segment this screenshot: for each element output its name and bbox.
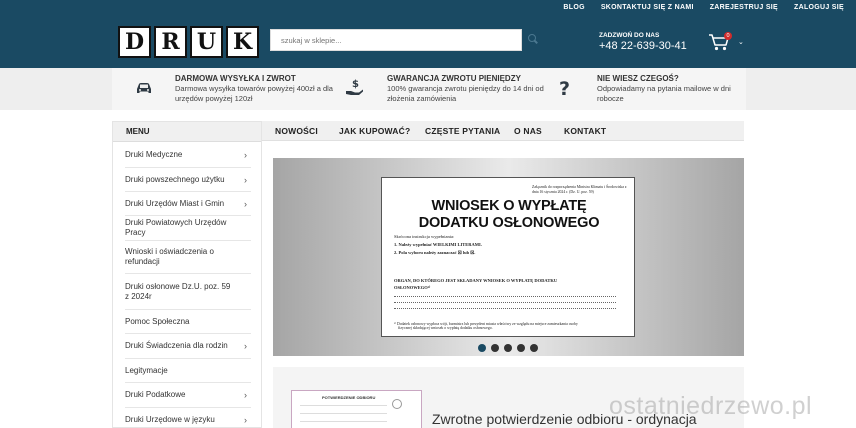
- nav-czeste-pytania[interactable]: CZĘSTE PYTANIA: [425, 126, 500, 136]
- slider-pagination: [478, 344, 538, 352]
- contact-link[interactable]: SKONTAKTUJ SIĘ Z NAMI: [601, 4, 694, 11]
- chevron-right-icon: ›: [244, 415, 247, 425]
- thumb-line: [300, 421, 387, 422]
- chevron-right-icon: ›: [244, 150, 247, 160]
- thumb-line: [300, 413, 387, 414]
- doc-footnote: fizycznej składającej wniosek o wypłatę …: [398, 326, 493, 330]
- sidebar-item-label: Druki Urzędów Miast i Gmin: [125, 198, 225, 208]
- sidebar-item-powszechnego-uzytku[interactable]: Druki powszechnego użytku ›: [125, 168, 251, 192]
- hero-slider[interactable]: Załącznik do rozporządzenia Ministra Kli…: [273, 158, 744, 356]
- feature-title: NIE WIESZ CZEGOŚ?: [597, 74, 679, 83]
- sidebar-item-label: Druki Medyczne: [125, 150, 183, 159]
- phone-label: ZADZWOŃ DO NAS: [599, 32, 660, 39]
- sidebar-menu: MENU Druki Medyczne › Druki powszechnego…: [112, 121, 262, 428]
- sidebar-item-druki-oslonowe[interactable]: Druki osłonowe Dz.U. poz. 59 z 2024r: [125, 274, 251, 310]
- doc-section-title: OSŁONOWEGO¹⁾: [394, 285, 431, 290]
- sidebar-item-label: Druki Urzędowe w języku: [125, 415, 215, 424]
- nav-o-nas[interactable]: O NAS: [514, 126, 542, 136]
- chevron-right-icon: ›: [244, 390, 247, 400]
- sidebar-item-urzedow-pracy[interactable]: Druki Powiatowych Urzędów Pracy: [125, 216, 251, 241]
- sidebar-item-legitymacje[interactable]: Legitymacje: [125, 359, 251, 383]
- druk-logo[interactable]: D R U K: [118, 26, 259, 58]
- register-link[interactable]: ZAREJESTRUJ SIĘ: [710, 4, 778, 11]
- sidebar-item-pomoc-spoleczna[interactable]: Pomoc Społeczna: [125, 310, 251, 334]
- doc-section-title: ORGAN, DO KTÓREGO JEST SKŁADANY WNIOSEK …: [394, 278, 558, 283]
- logo-letter: U: [190, 26, 223, 58]
- sidebar-item-label: Druki Świadczenia dla rodzin: [125, 341, 228, 350]
- sidebar-item-label: Druki powszechnego użytku: [125, 174, 225, 184]
- chevron-right-icon: ›: [244, 174, 247, 185]
- sidebar-item-druki-medyczne[interactable]: Druki Medyczne ›: [125, 143, 251, 168]
- sidebar-item-urzedow-miast[interactable]: Druki Urzędów Miast i Gmin ›: [125, 192, 251, 216]
- sidebar-item-podatkowe[interactable]: Druki Podatkowe ›: [125, 383, 251, 408]
- main-nav: NOWOŚCI JAK KUPOWAĆ? CZĘSTE PYTANIA O NA…: [262, 121, 744, 141]
- top-links: BLOG SKONTAKTUJ SIĘ Z NAMI ZAREJESTRUJ S…: [563, 4, 844, 11]
- doc-title-line: DODATKU OSŁONOWEGO: [418, 215, 600, 231]
- doc-dotted-line: [394, 296, 616, 297]
- blog-link[interactable]: BLOG: [563, 4, 584, 11]
- sidebar-item-label: Wnioski i oświadczenia o refundacji: [125, 247, 214, 266]
- feature-title: GWARANCJA ZWROTU PIENIĘDZY: [387, 74, 521, 83]
- product-thumbnail[interactable]: POTWIERDZENIE ODBIORU: [291, 390, 422, 428]
- sidebar-item-label: Druki Podatkowe: [125, 390, 186, 399]
- doc-instruction: 1. Należy wypełniać WIELKIMI LITERAMI.: [394, 242, 482, 247]
- phone-number[interactable]: +48 22-639-30-41: [599, 40, 687, 52]
- search-input[interactable]: [271, 30, 521, 51]
- slider-dot[interactable]: [491, 344, 499, 352]
- product-thumb-title: POTWIERDZENIE ODBIORU: [322, 395, 376, 400]
- doc-header-note: Załącznik do rozporządzenia Ministra Kli…: [532, 185, 627, 194]
- feature-desc: 100% gwarancja zwrotu pieniędzy do 14 dn…: [387, 84, 544, 103]
- doc-instruction-head: Skrócona instrukcja wypełniania:: [394, 234, 455, 239]
- doc-title-line: WNIOSEK O WYPŁATĘ: [431, 198, 587, 214]
- sidebar-item-refundacja[interactable]: Wnioski i oświadczenia o refundacji: [125, 241, 251, 274]
- logo-letter: D: [118, 26, 151, 58]
- slider-dot[interactable]: [530, 344, 538, 352]
- question-icon: ?: [559, 78, 570, 98]
- doc-instruction: 2. Pola wyboru należy zaznaczać ☒ lub ☒.: [394, 250, 476, 255]
- watermark-text: ostatniedrzewo.pl: [609, 392, 813, 420]
- feature-desc: Odpowiadamy na pytania mailowe w dni rob…: [597, 84, 731, 103]
- logo-letter: K: [226, 26, 259, 58]
- chevron-down-icon[interactable]: ⌄: [738, 38, 744, 46]
- sidebar-item-label: Druki osłonowe Dz.U. poz. 59 z 2024r: [125, 281, 231, 301]
- nav-jak-kupowac[interactable]: JAK KUPOWAĆ?: [339, 126, 410, 136]
- nav-kontakt[interactable]: KONTAKT: [564, 126, 606, 136]
- site-header: BLOG SKONTAKTUJ SIĘ Z NAMI ZAREJESTRUJ S…: [0, 0, 856, 68]
- search-icon[interactable]: [528, 34, 538, 44]
- thumb-stamp: [392, 399, 402, 409]
- features-strip: DARMOWA WYSYŁKA I ZWROT Darmowa wysyłka …: [0, 68, 856, 110]
- sidebar-item-urzedowe-w-jezyku[interactable]: Druki Urzędowe w języku ›: [125, 408, 251, 428]
- chevron-right-icon: ›: [244, 198, 247, 209]
- chevron-right-icon: ›: [244, 341, 247, 351]
- login-link[interactable]: ZALOGUJ SIĘ: [794, 4, 844, 11]
- sidebar-item-label: Druki Powiatowych Urzędów Pracy: [125, 218, 227, 237]
- doc-dotted-line: [394, 308, 616, 309]
- slider-dot[interactable]: [478, 344, 486, 352]
- svg-text:$: $: [352, 79, 359, 90]
- thumb-line: [300, 405, 387, 406]
- menu-list: Druki Medyczne › Druki powszechnego użyt…: [125, 143, 251, 428]
- feature-desc: Darmowa wysyłka towarów powyżej 400zł a …: [175, 84, 333, 103]
- cart-count-badge: 0: [724, 32, 732, 40]
- feature-title: DARMOWA WYSYŁKA I ZWROT: [175, 74, 296, 83]
- money-hand-icon: $: [346, 79, 363, 95]
- car-icon: [137, 83, 151, 93]
- menu-title: MENU: [113, 122, 261, 142]
- doc-dotted-line: [394, 302, 616, 303]
- slider-dot[interactable]: [504, 344, 512, 352]
- sidebar-item-label: Legitymacje: [125, 365, 168, 375]
- nav-nowosci[interactable]: NOWOŚCI: [275, 126, 318, 136]
- logo-letter: R: [154, 26, 187, 58]
- search-box: [270, 29, 522, 51]
- slider-dot[interactable]: [517, 344, 525, 352]
- sidebar-item-label: Pomoc Społeczna: [125, 316, 190, 326]
- slide-document-image: Załącznik do rozporządzenia Ministra Kli…: [381, 177, 635, 337]
- sidebar-item-swiadczenia[interactable]: Druki Świadczenia dla rodzin ›: [125, 334, 251, 359]
- svg-text:?: ?: [559, 78, 570, 98]
